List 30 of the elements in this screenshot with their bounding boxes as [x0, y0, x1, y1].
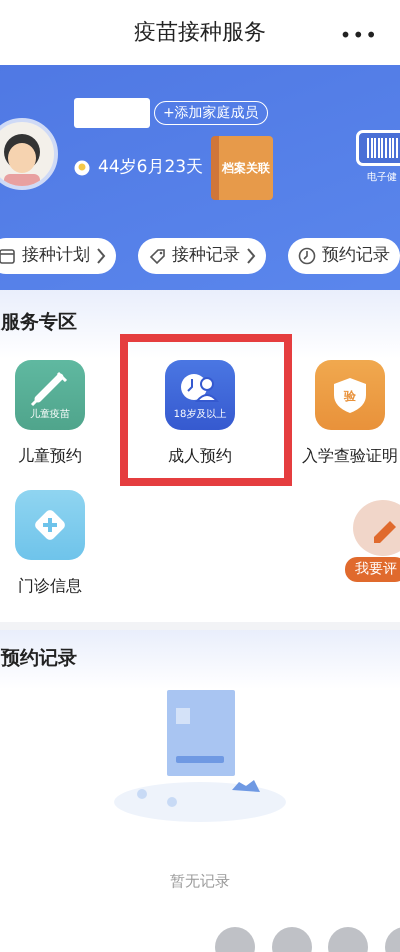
clock-icon	[298, 247, 316, 265]
barcode-icon	[365, 138, 399, 158]
service-label[interactable]: 入学查验证明	[302, 444, 398, 468]
syringe-icon	[30, 369, 70, 409]
shield-caption: 验	[344, 388, 356, 405]
service-icon[interactable]: 18岁及以上	[165, 360, 235, 430]
page-title: 疫苗接种服务	[134, 22, 266, 44]
calendar-icon	[0, 247, 16, 265]
quick-tab[interactable]: 接种记录	[138, 238, 266, 274]
icon-caption: 儿童疫苗	[30, 409, 70, 421]
service-icon[interactable]	[15, 490, 85, 560]
service-label[interactable]: 儿童预约	[18, 444, 82, 468]
service-label[interactable]: 成人预约	[168, 444, 232, 468]
service-label[interactable]: 门诊信息	[18, 574, 82, 598]
age-text: 44岁6月23天	[98, 156, 204, 180]
add-member-button[interactable]: +添加家庭成员	[154, 100, 268, 126]
empty-text: 暂无记录	[170, 871, 230, 892]
section-title: 预约记录	[1, 646, 77, 671]
more-button[interactable]: •••	[340, 20, 378, 50]
section-title: 服务专区	[1, 310, 77, 335]
avatar	[0, 118, 58, 190]
chevron-icon	[96, 248, 106, 264]
icon-caption: 18岁及以上	[174, 409, 226, 421]
barcode-card[interactable]	[356, 130, 400, 166]
health-card-label: 电子健	[367, 170, 397, 185]
bulb-icon	[74, 160, 90, 176]
chevron-icon	[246, 248, 256, 264]
quick-tab[interactable]: 预约记录	[288, 238, 400, 274]
quick-tab[interactable]: 接种计划	[0, 238, 116, 274]
tag-icon	[148, 247, 166, 265]
